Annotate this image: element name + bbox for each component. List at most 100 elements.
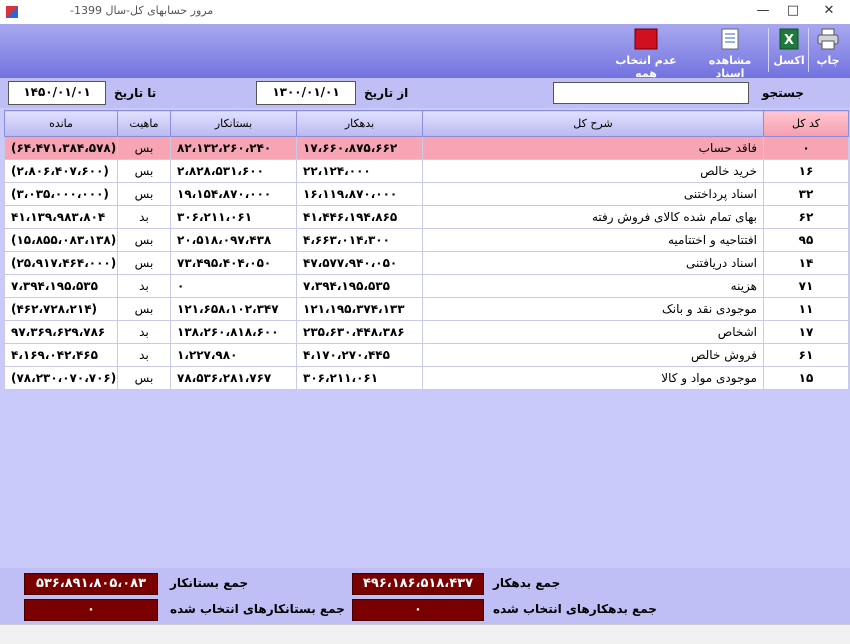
cell-credit[interactable]: ۷۸،۵۳۶،۲۸۱،۷۶۷ bbox=[170, 366, 297, 390]
view-documents-button[interactable]: مشاهده اسناد bbox=[694, 26, 766, 80]
cell-debit[interactable]: ۴۱،۴۴۶،۱۹۴،۸۶۵ bbox=[296, 205, 423, 229]
to-date-field[interactable]: ۱۴۵۰/۰۱/۰۱ bbox=[8, 81, 106, 105]
accounts-grid: مانده ماهیت بستانکار بدهکار شرح کل کد کل… bbox=[4, 110, 849, 390]
cell-code[interactable]: ۱۷ bbox=[763, 320, 849, 344]
cell-balance[interactable]: (۷۸،۲۳۰،۰۷۰،۷۰۶) bbox=[4, 366, 118, 390]
cell-code[interactable]: ۱۴ bbox=[763, 251, 849, 275]
cell-credit[interactable]: ۲،۸۲۸،۵۳۱،۶۰۰ bbox=[170, 159, 297, 183]
col-header-nature[interactable]: ماهیت bbox=[117, 110, 171, 137]
deselect-all-button[interactable]: عدم انتخاب همه bbox=[604, 26, 688, 80]
minimize-button[interactable]: — bbox=[746, 0, 780, 24]
cell-credit[interactable]: ۷۳،۴۹۵،۴۰۴،۰۵۰ bbox=[170, 251, 297, 275]
cell-nature[interactable]: بس bbox=[117, 366, 171, 390]
table-row[interactable]: (۴۶۲،۷۲۸،۲۱۴) بس ۱۲۱،۶۵۸،۱۰۲،۳۴۷ ۱۲۱،۱۹۵،۳۷… bbox=[4, 297, 849, 321]
col-header-debit[interactable]: بدهکار bbox=[296, 110, 423, 137]
search-input[interactable] bbox=[553, 82, 749, 104]
cell-nature[interactable]: بس bbox=[117, 228, 171, 252]
cell-credit[interactable]: ۱،۲۲۷،۹۸۰ bbox=[170, 343, 297, 367]
maximize-button[interactable]: □ bbox=[776, 0, 810, 24]
cell-nature[interactable]: بس bbox=[117, 297, 171, 321]
table-row[interactable]: (۲۵،۹۱۷،۴۶۴،۰۰۰) بس ۷۳،۴۹۵،۴۰۴،۰۵۰ ۴۷،۵۷۷،۹… bbox=[4, 251, 849, 275]
cell-balance[interactable]: ۷،۳۹۴،۱۹۵،۵۳۵ bbox=[4, 274, 118, 298]
cell-description[interactable]: فروش خالص bbox=[422, 343, 764, 367]
col-header-code[interactable]: کد کل bbox=[763, 110, 849, 137]
from-date-field[interactable]: ۱۳۰۰/۰۱/۰۱ bbox=[256, 81, 356, 105]
cell-description[interactable]: اسناد دریافتنی bbox=[422, 251, 764, 275]
cell-nature[interactable]: بد bbox=[117, 205, 171, 229]
cell-debit[interactable]: ۷،۳۹۴،۱۹۵،۵۳۵ bbox=[296, 274, 423, 298]
cell-balance[interactable]: (۲،۸۰۶،۴۰۷،۶۰۰) bbox=[4, 159, 118, 183]
cell-description[interactable]: خرید خالص bbox=[422, 159, 764, 183]
cell-nature[interactable]: بد bbox=[117, 274, 171, 298]
cell-description[interactable]: اسناد پرداختنی bbox=[422, 182, 764, 206]
printer-icon bbox=[816, 28, 840, 50]
cell-balance[interactable]: ۴،۱۶۹،۰۴۲،۴۶۵ bbox=[4, 343, 118, 367]
cell-balance[interactable]: ۴۱،۱۳۹،۹۸۳،۸۰۴ bbox=[4, 205, 118, 229]
cell-nature[interactable]: بد bbox=[117, 343, 171, 367]
status-bar bbox=[0, 624, 850, 644]
table-row[interactable]: (۳،۰۳۵،۰۰۰،۰۰۰) بس ۱۹،۱۵۴،۸۷۰،۰۰۰ ۱۶،۱۱۹،۸۷… bbox=[4, 182, 849, 206]
cell-code[interactable]: ۰ bbox=[763, 136, 849, 160]
excel-button[interactable]: X اکسل bbox=[772, 26, 806, 74]
col-header-balance[interactable]: مانده bbox=[4, 110, 118, 137]
cell-description[interactable]: هزینه bbox=[422, 274, 764, 298]
table-row[interactable]: ۴،۱۶۹،۰۴۲،۴۶۵ بد ۱،۲۲۷،۹۸۰ ۴،۱۷۰،۲۷۰،۴۴۵ فرو… bbox=[4, 343, 849, 367]
cell-debit[interactable]: ۴۷،۵۷۷،۹۴۰،۰۵۰ bbox=[296, 251, 423, 275]
cell-code[interactable]: ۶۲ bbox=[763, 205, 849, 229]
cell-description[interactable]: اشخاص bbox=[422, 320, 764, 344]
toolbar-separator bbox=[808, 28, 809, 72]
cell-description[interactable]: فاقد حساب bbox=[422, 136, 764, 160]
cell-balance[interactable]: (۳،۰۳۵،۰۰۰،۰۰۰) bbox=[4, 182, 118, 206]
cell-balance[interactable]: (۶۴،۴۷۱،۳۸۴،۵۷۸) bbox=[4, 136, 118, 160]
col-header-credit[interactable]: بستانکار bbox=[170, 110, 297, 137]
cell-nature[interactable]: بد bbox=[117, 320, 171, 344]
accounts-grid-area: مانده ماهیت بستانکار بدهکار شرح کل کد کل… bbox=[0, 108, 850, 568]
cell-credit[interactable]: ۱۲۱،۶۵۸،۱۰۲،۳۴۷ bbox=[170, 297, 297, 321]
cell-debit[interactable]: ۱۷،۶۶۰،۸۷۵،۶۶۲ bbox=[296, 136, 423, 160]
cell-nature[interactable]: بس bbox=[117, 182, 171, 206]
cell-credit[interactable]: ۰ bbox=[170, 274, 297, 298]
cell-code[interactable]: ۱۱ bbox=[763, 297, 849, 321]
table-row[interactable]: (۱۵،۸۵۵،۰۸۳،۱۳۸) بس ۲۰،۵۱۸،۰۹۷،۴۳۸ ۴،۶۶۳،۰۱… bbox=[4, 228, 849, 252]
table-row[interactable]: ۷،۳۹۴،۱۹۵،۵۳۵ بد ۰ ۷،۳۹۴،۱۹۵،۵۳۵ هزینه ۷۱ bbox=[4, 274, 849, 298]
cell-balance[interactable]: (۴۶۲،۷۲۸،۲۱۴) bbox=[4, 297, 118, 321]
cell-debit[interactable]: ۳۰۶،۲۱۱،۰۶۱ bbox=[296, 366, 423, 390]
cell-balance[interactable]: (۲۵،۹۱۷،۴۶۴،۰۰۰) bbox=[4, 251, 118, 275]
cell-credit[interactable]: ۲۰،۵۱۸،۰۹۷،۴۳۸ bbox=[170, 228, 297, 252]
col-header-description[interactable]: شرح کل bbox=[422, 110, 764, 137]
print-button[interactable]: چاپ bbox=[810, 26, 846, 74]
table-row[interactable]: (۶۴،۴۷۱،۳۸۴،۵۷۸) بس ۸۲،۱۳۲،۲۶۰،۲۴۰ ۱۷،۶۶۰،۸… bbox=[4, 136, 849, 160]
cell-balance[interactable]: ۹۷،۳۶۹،۶۲۹،۷۸۶ bbox=[4, 320, 118, 344]
table-row[interactable]: (۲،۸۰۶،۴۰۷،۶۰۰) بس ۲،۸۲۸،۵۳۱،۶۰۰ ۲۲،۱۲۴،۰۰۰… bbox=[4, 159, 849, 183]
cell-description[interactable]: بهای تمام شده کالای فروش رفته bbox=[422, 205, 764, 229]
selected-debit-value: ۰ bbox=[352, 599, 484, 621]
cell-debit[interactable]: ۴،۶۶۳،۰۱۴،۳۰۰ bbox=[296, 228, 423, 252]
cell-debit[interactable]: ۱۶،۱۱۹،۸۷۰،۰۰۰ bbox=[296, 182, 423, 206]
cell-code[interactable]: ۹۵ bbox=[763, 228, 849, 252]
cell-debit[interactable]: ۴،۱۷۰،۲۷۰،۴۴۵ bbox=[296, 343, 423, 367]
cell-code[interactable]: ۶۱ bbox=[763, 343, 849, 367]
cell-code[interactable]: ۳۲ bbox=[763, 182, 849, 206]
cell-description[interactable]: موجودی مواد و کالا bbox=[422, 366, 764, 390]
cell-balance[interactable]: (۱۵،۸۵۵،۰۸۳،۱۳۸) bbox=[4, 228, 118, 252]
close-button[interactable]: ✕ bbox=[812, 0, 846, 24]
cell-code[interactable]: ۱۶ bbox=[763, 159, 849, 183]
cell-debit[interactable]: ۲۲،۱۲۴،۰۰۰ bbox=[296, 159, 423, 183]
cell-nature[interactable]: بس bbox=[117, 159, 171, 183]
cell-description[interactable]: موجودی نقد و بانک bbox=[422, 297, 764, 321]
cell-nature[interactable]: بس bbox=[117, 136, 171, 160]
table-row[interactable]: ۴۱،۱۳۹،۹۸۳،۸۰۴ بد ۳۰۶،۲۱۱،۰۶۱ ۴۱،۴۴۶،۱۹۴،۸۶… bbox=[4, 205, 849, 229]
cell-nature[interactable]: بس bbox=[117, 251, 171, 275]
cell-credit[interactable]: ۱۹،۱۵۴،۸۷۰،۰۰۰ bbox=[170, 182, 297, 206]
red-square-icon bbox=[634, 28, 658, 50]
cell-code[interactable]: ۱۵ bbox=[763, 366, 849, 390]
table-row[interactable]: (۷۸،۲۳۰،۰۷۰،۷۰۶) بس ۷۸،۵۳۶،۲۸۱،۷۶۷ ۳۰۶،۲۱۱،… bbox=[4, 366, 849, 390]
cell-credit[interactable]: ۸۲،۱۳۲،۲۶۰،۲۴۰ bbox=[170, 136, 297, 160]
table-row[interactable]: ۹۷،۳۶۹،۶۲۹،۷۸۶ بد ۱۳۸،۲۶۰،۸۱۸،۶۰۰ ۲۳۵،۶۳۰،۴… bbox=[4, 320, 849, 344]
cell-credit[interactable]: ۱۳۸،۲۶۰،۸۱۸،۶۰۰ bbox=[170, 320, 297, 344]
cell-description[interactable]: افتتاحیه و اختتامیه bbox=[422, 228, 764, 252]
cell-code[interactable]: ۷۱ bbox=[763, 274, 849, 298]
cell-credit[interactable]: ۳۰۶،۲۱۱،۰۶۱ bbox=[170, 205, 297, 229]
cell-debit[interactable]: ۱۲۱،۱۹۵،۳۷۴،۱۳۳ bbox=[296, 297, 423, 321]
cell-debit[interactable]: ۲۳۵،۶۳۰،۴۴۸،۳۸۶ bbox=[296, 320, 423, 344]
